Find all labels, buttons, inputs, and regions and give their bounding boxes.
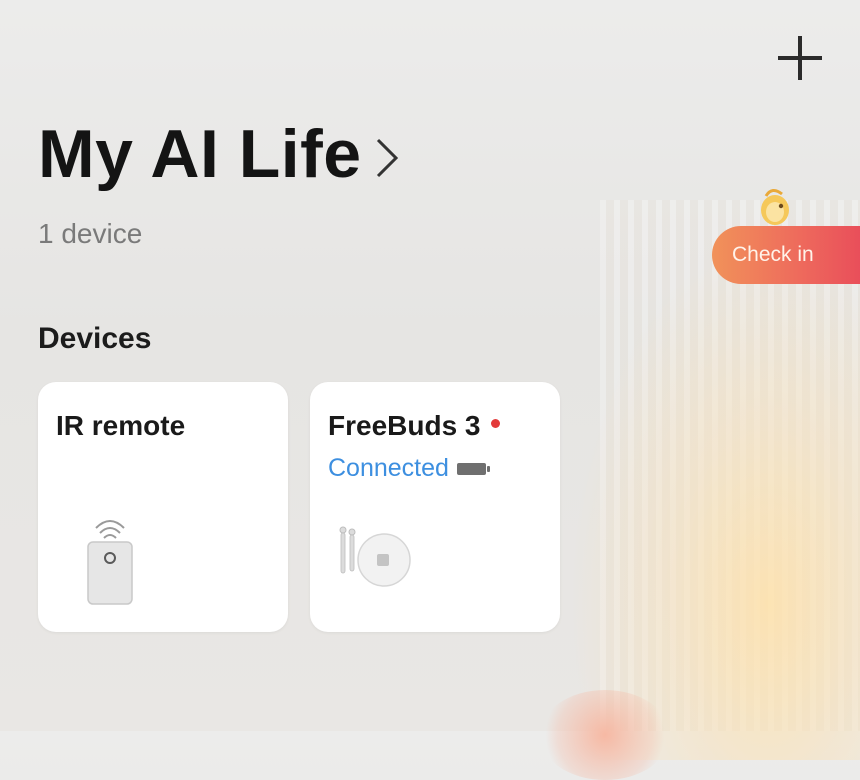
device-count: 1 device <box>38 218 143 249</box>
chevron-right-icon <box>376 138 398 178</box>
device-card-ir-remote[interactable]: IR remote <box>38 382 288 632</box>
background-orb <box>540 690 670 780</box>
notification-dot <box>490 418 500 428</box>
background-glow <box>570 240 860 760</box>
devices-section-title: Devices <box>38 322 152 355</box>
device-card-name: IR remote <box>56 410 185 442</box>
ir-remote-icon <box>87 520 133 605</box>
device-status-text: Connected <box>328 454 449 482</box>
add-device-button[interactable] <box>772 30 828 86</box>
device-card-name: FreeBuds 3 <box>328 410 500 442</box>
device-name-freebuds: FreeBuds 3 <box>328 410 481 441</box>
page-title-text: My AI Life <box>38 116 362 192</box>
mascot-icon <box>761 189 789 225</box>
page-title[interactable]: My AI Life <box>38 115 402 193</box>
device-status: Connected <box>328 454 491 483</box>
earbuds-icon <box>339 526 411 587</box>
check-in-button[interactable]: Check in <box>712 226 860 284</box>
device-card-freebuds[interactable]: FreeBuds 3 Connected <box>310 382 560 632</box>
check-in-label: Check in <box>732 243 814 266</box>
device-name-ir-remote: IR remote <box>56 410 186 441</box>
battery-icon <box>456 462 490 475</box>
